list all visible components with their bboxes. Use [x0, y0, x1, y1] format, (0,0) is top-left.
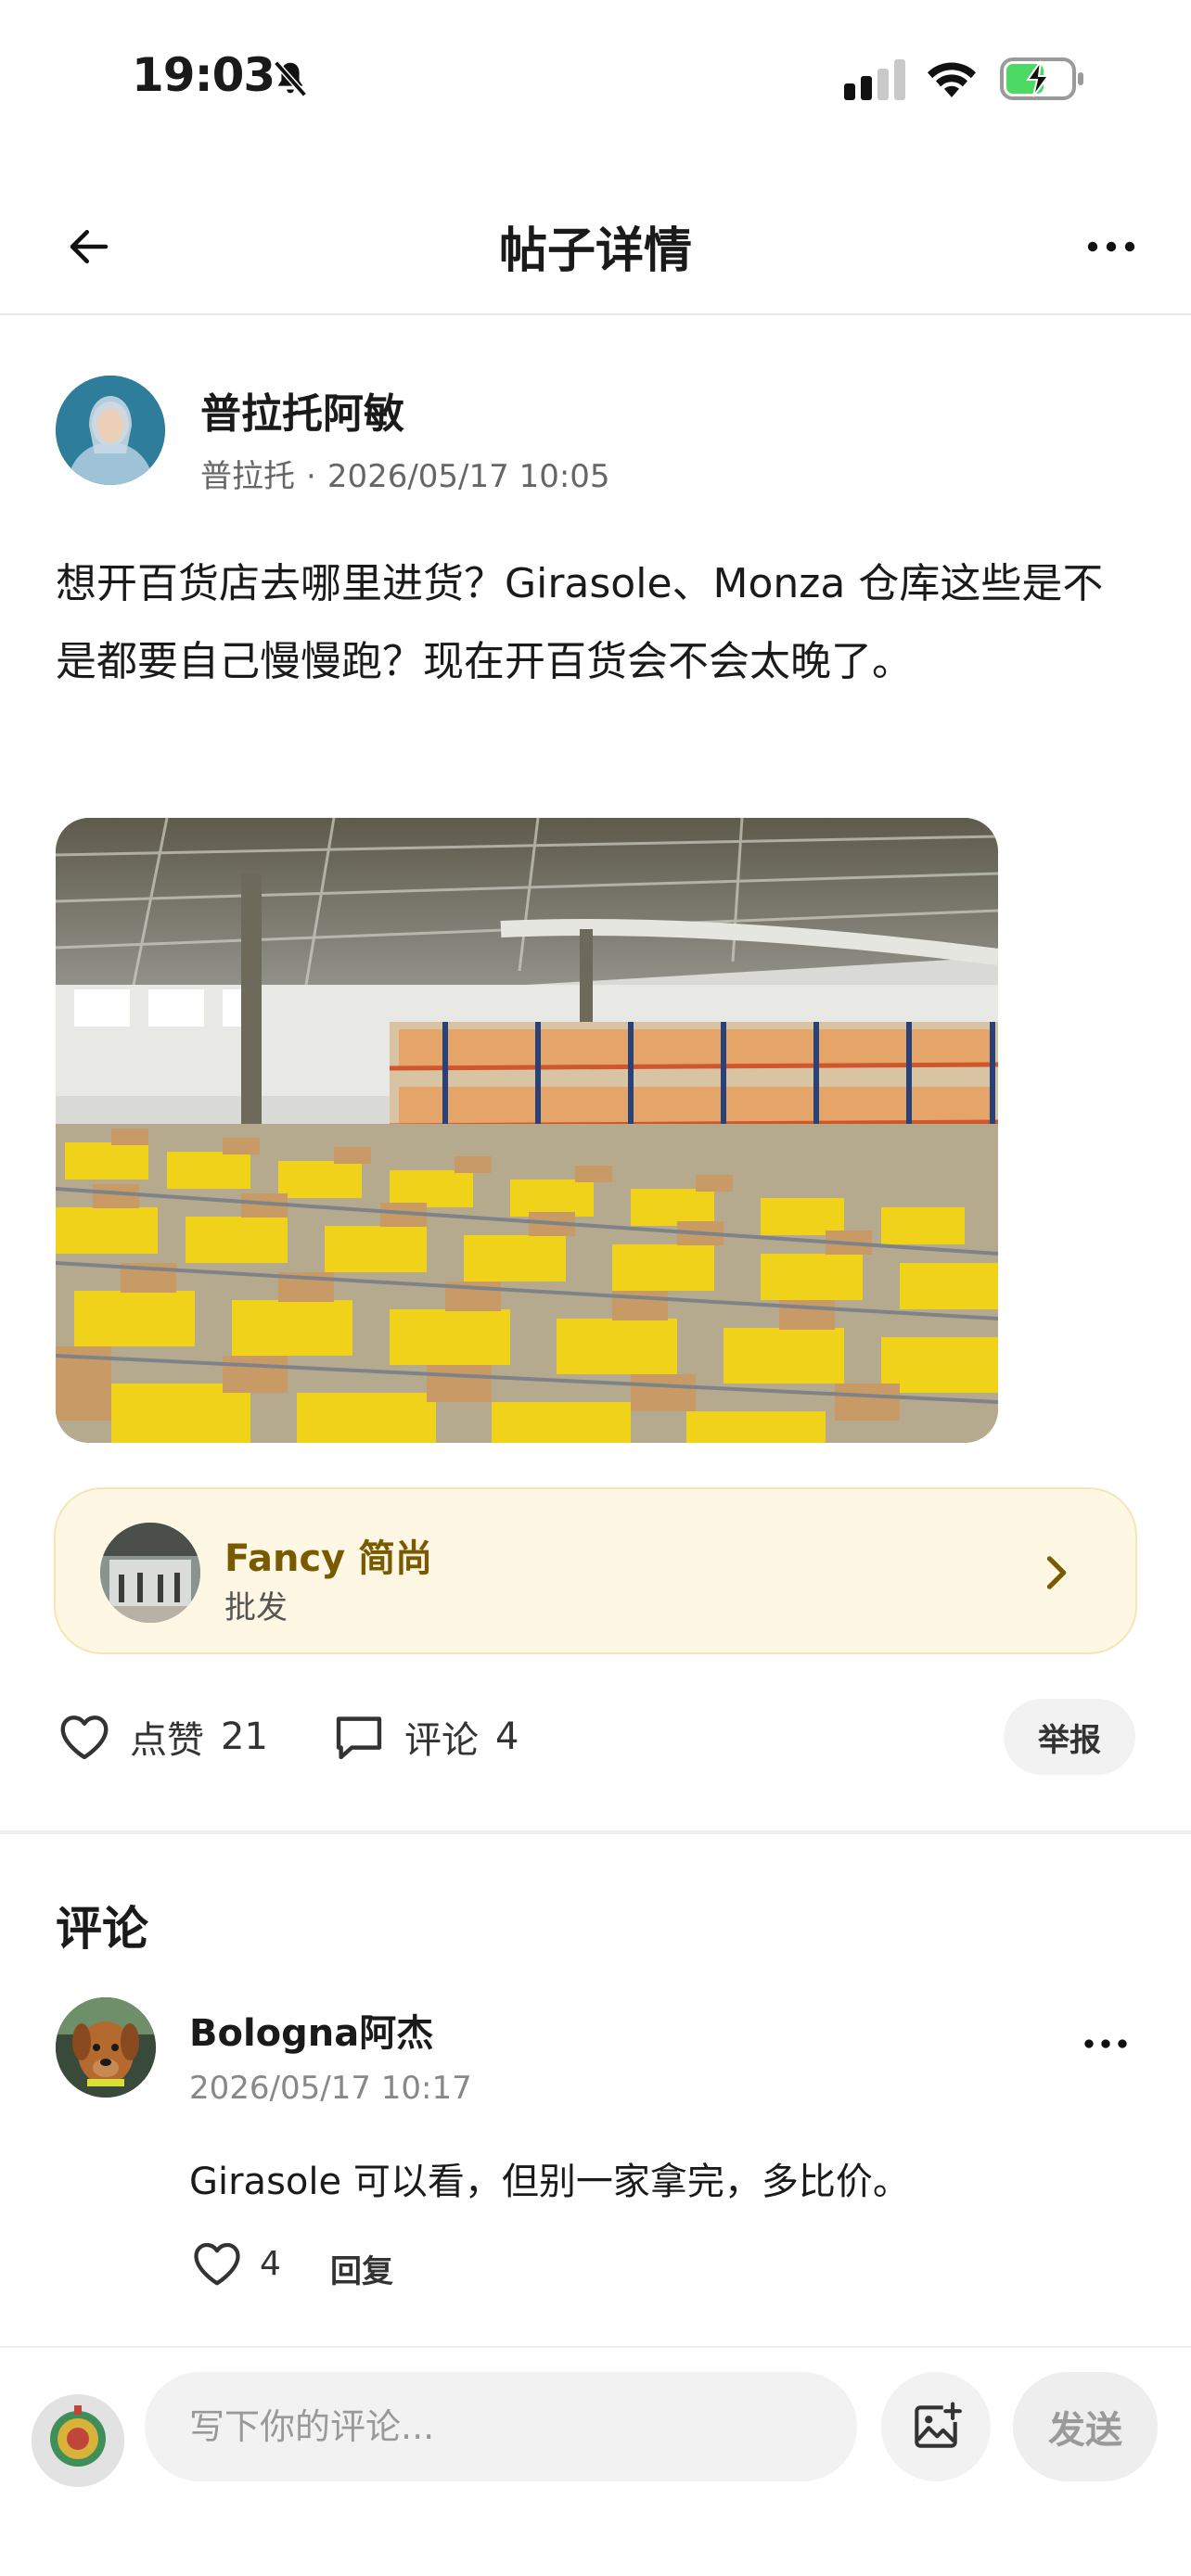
like-button[interactable]: 点赞 21 — [56, 1697, 268, 1777]
report-button[interactable]: 举报 — [1004, 1699, 1135, 1775]
chevron-right-icon — [1046, 1556, 1067, 1589]
bell-off-icon — [274, 60, 307, 97]
post-body: 想开百货店去哪里进货？Girasole、Monza 仓库这些是不是都要自己慢慢跑… — [56, 560, 1104, 685]
comment-count: 4 — [495, 1715, 519, 1758]
post-actions: 点赞 21 评论 4 举报 — [56, 1697, 1135, 1777]
more-options-button[interactable] — [1078, 213, 1145, 280]
nav-bar: 帖子详情 — [0, 176, 1191, 315]
comment-like-count: 4 — [260, 2244, 281, 2283]
shop-card[interactable]: Fancy 简尚 批发 — [54, 1487, 1137, 1654]
heart-icon — [194, 2242, 240, 2286]
comment-text: Girasole 可以看，但别一家拿完，多比价。 — [189, 2161, 910, 2203]
add-image-icon — [915, 2402, 962, 2448]
section-divider — [0, 1830, 1191, 1834]
more-horizontal-icon — [1087, 241, 1135, 252]
battery-charging-icon — [1000, 57, 1083, 100]
author-tag: 普拉托 — [200, 458, 295, 495]
comment-like-button[interactable]: 4 — [189, 2231, 281, 2296]
shop-name: Fancy 简尚 — [224, 1537, 433, 1580]
meta-separator: · — [306, 458, 316, 495]
commenter-avatar[interactable] — [56, 1997, 156, 2098]
post-image[interactable] — [56, 818, 998, 1443]
wifi-icon — [928, 62, 976, 97]
reply-button[interactable]: 回复 — [330, 2246, 393, 2291]
comment-label: 评论 — [404, 1719, 479, 1762]
post-timestamp: 2026/05/17 10:05 — [327, 458, 610, 495]
comment-time: 2026/05/17 10:17 — [189, 2070, 472, 2107]
comment-more-button[interactable] — [1072, 2010, 1139, 2077]
add-image-button[interactable] — [881, 2372, 991, 2481]
send-button[interactable]: 发送 — [1013, 2372, 1158, 2481]
author-name[interactable]: 普拉托阿敏 — [200, 380, 404, 440]
heart-icon — [60, 1715, 109, 1760]
my-avatar[interactable] — [32, 2394, 124, 2487]
page-title: 帖子详情 — [498, 223, 692, 279]
comment-input-bar: 发送 — [0, 2346, 1191, 2576]
comment-input[interactable] — [145, 2372, 857, 2481]
like-label: 点赞 — [130, 1719, 204, 1762]
comment-icon — [336, 1716, 382, 1760]
comment-button[interactable]: 评论 4 — [330, 1697, 519, 1777]
like-count: 21 — [221, 1715, 268, 1758]
shop-category: 批发 — [224, 1589, 288, 1626]
author-meta: 普拉托 · 2026/05/17 10:05 — [200, 451, 610, 496]
shop-thumbnail — [100, 1523, 200, 1623]
commenter-name[interactable]: Bologna阿杰 — [189, 2003, 433, 2057]
status-bar: 19:03 — [0, 0, 1191, 158]
more-horizontal-icon — [1084, 2039, 1127, 2048]
status-time: 19:03 — [132, 48, 275, 102]
author-avatar[interactable] — [56, 376, 165, 485]
cellular-signal-icon — [844, 59, 905, 100]
comments-heading: 评论 — [56, 1902, 148, 1956]
